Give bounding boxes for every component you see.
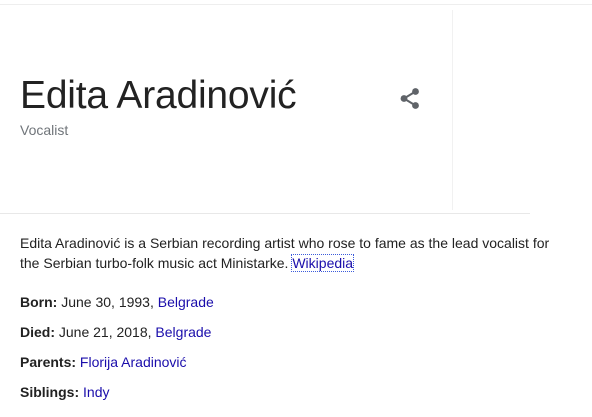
entity-subtitle: Vocalist <box>20 122 69 138</box>
born-place-link[interactable]: Belgrade <box>158 294 214 310</box>
knowledge-panel: Edita Aradinović Vocalist Edita Aradinov… <box>0 0 592 417</box>
description-text: Edita Aradinović is a Serbian recording … <box>20 235 550 271</box>
share-icon <box>400 88 419 109</box>
fact-label-parents: Parents: <box>20 354 77 370</box>
entity-title: Edita Aradinović <box>20 74 297 117</box>
entity-description: Edita Aradinović is a Serbian recording … <box>20 233 565 273</box>
vertical-divider <box>452 10 453 210</box>
share-button[interactable] <box>396 85 424 113</box>
top-divider <box>0 4 592 5</box>
parent-link[interactable]: Florija Aradinović <box>80 354 187 370</box>
section-divider <box>0 213 530 214</box>
fact-value-died: June 21, 2018, <box>55 324 156 340</box>
fact-siblings: Siblings: Indy <box>20 382 580 412</box>
facts-list: Born: June 30, 1993, Belgrade Died: June… <box>20 292 580 412</box>
died-place-link[interactable]: Belgrade <box>155 324 211 340</box>
fact-label-siblings: Siblings: <box>20 384 80 400</box>
fact-died: Died: June 21, 2018, Belgrade <box>20 322 580 352</box>
fact-label-died: Died: <box>20 324 55 340</box>
sibling-link[interactable]: Indy <box>83 384 109 400</box>
fact-value-born: June 30, 1993, <box>57 294 158 310</box>
panel-header: Edita Aradinović Vocalist <box>20 74 440 139</box>
fact-parents: Parents: Florija Aradinović <box>20 352 580 382</box>
wikipedia-link[interactable]: Wikipedia <box>291 254 355 272</box>
fact-label-born: Born: <box>20 294 58 310</box>
fact-born: Born: June 30, 1993, Belgrade <box>20 292 580 322</box>
